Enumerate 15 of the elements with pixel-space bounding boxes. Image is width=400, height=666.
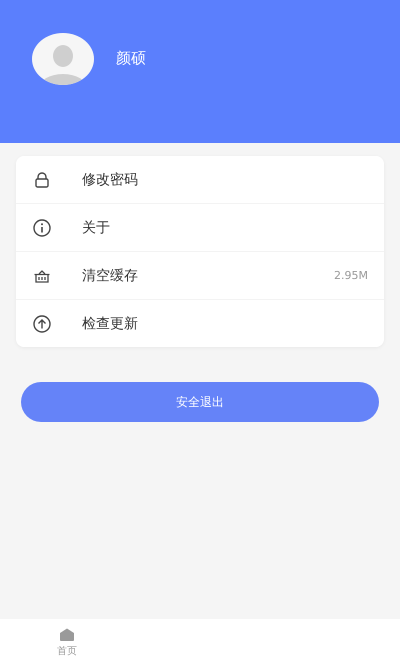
home-icon (59, 628, 75, 640)
menu-label: 检查更新 (82, 314, 139, 332)
menu-item[interactable]: 修改密码 (16, 156, 384, 204)
upload-icon (33, 314, 51, 332)
menu-label: 关于 (82, 218, 111, 236)
avatar-icon (32, 33, 94, 85)
cache-size: 2.95M (334, 269, 368, 282)
menu-label: 清空缓存 (82, 266, 139, 284)
menu-label: 修改密码 (82, 170, 139, 188)
menu-item[interactable]: 关于 (16, 204, 384, 252)
lock-icon (33, 170, 51, 188)
menu-item[interactable]: 清空缓存 2.95M (16, 252, 384, 300)
info-icon (33, 218, 51, 236)
user-name: 颜硕 (116, 49, 146, 68)
menu-item[interactable]: 检查更新 (16, 300, 384, 347)
